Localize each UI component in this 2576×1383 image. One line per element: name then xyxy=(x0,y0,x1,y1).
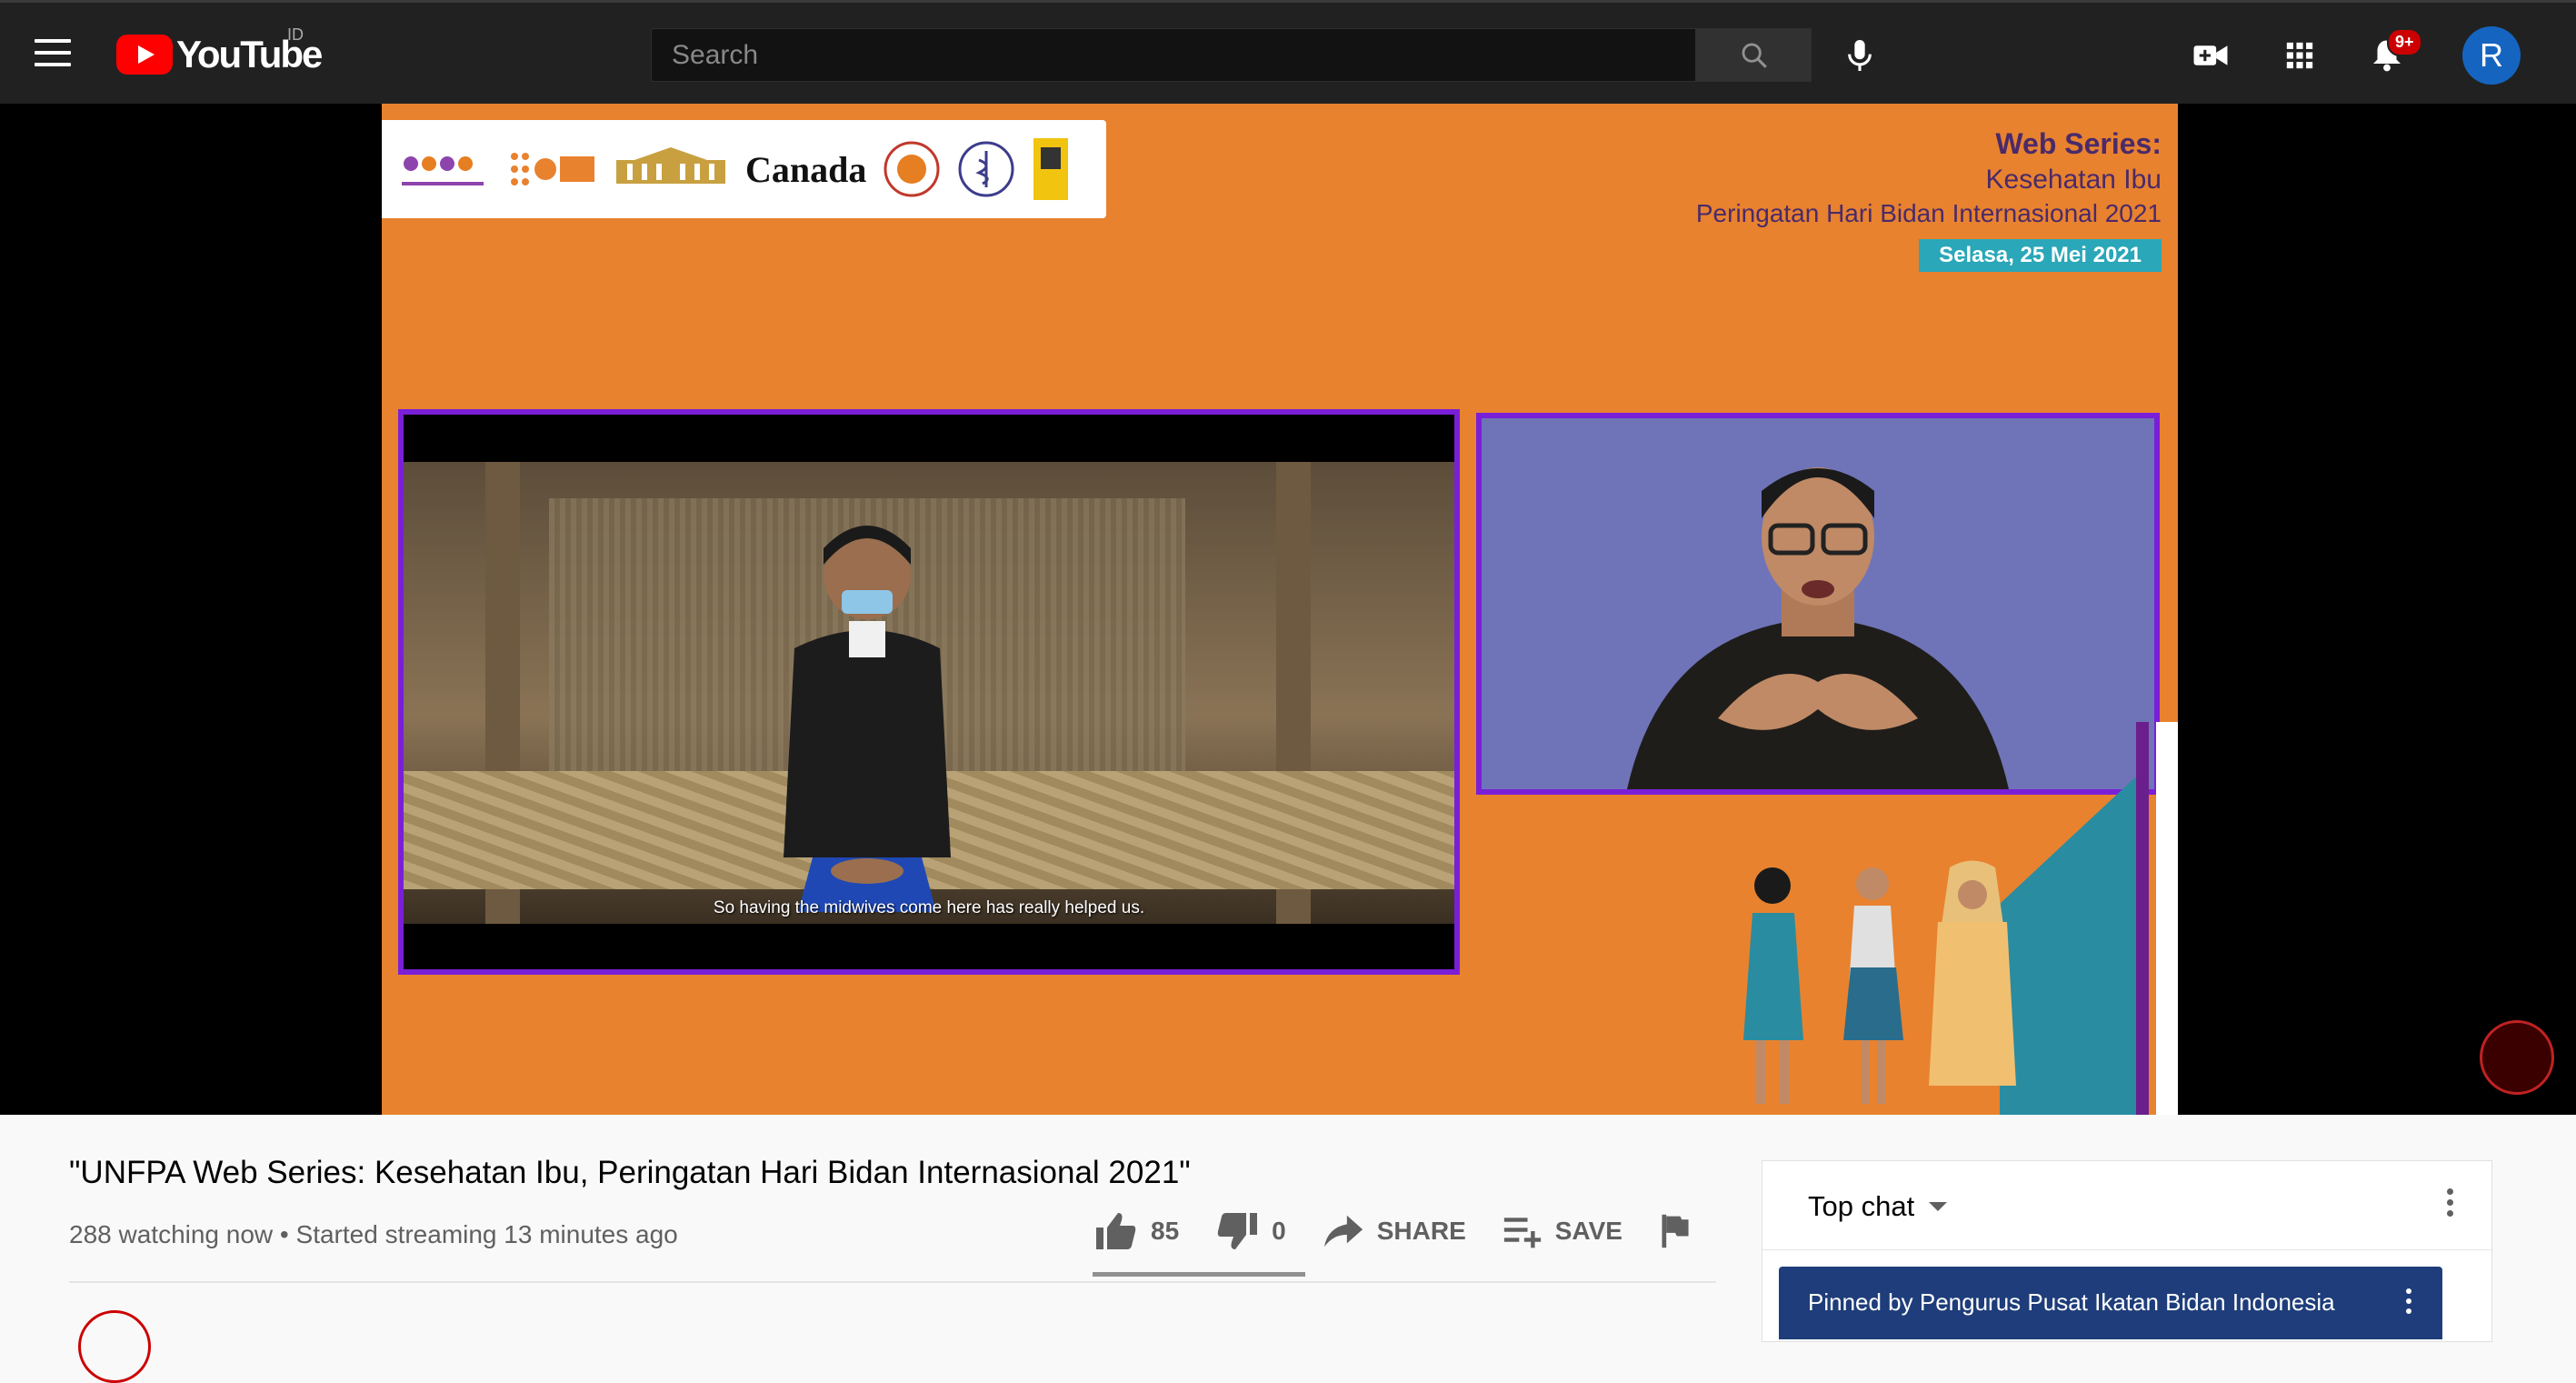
ibi-logo xyxy=(884,141,940,197)
interview-video-panel: So having the midwives come here has rea… xyxy=(398,409,1460,975)
pinned-message[interactable]: Pinned by Pengurus Pusat Ikatan Bidan In… xyxy=(1779,1267,2442,1339)
notifications-button[interactable]: 9+ xyxy=(2361,28,2422,81)
channel-avatar[interactable] xyxy=(78,1310,151,1383)
partner-logos: Canada xyxy=(382,120,1106,218)
share-button[interactable]: SHARE xyxy=(1323,1213,1466,1249)
action-bar: 85 0 SHARE SAVE xyxy=(1094,1204,1741,1258)
youtube-logo[interactable]: YouTube ID xyxy=(116,25,323,76)
report-button[interactable] xyxy=(1659,1213,1704,1249)
search-input[interactable] xyxy=(652,29,1695,81)
video-camera-icon xyxy=(2193,45,2228,65)
share-arrow-icon xyxy=(1323,1215,1363,1248)
region-code: ID xyxy=(287,25,304,44)
canada-logo: Canada xyxy=(745,148,867,190)
chat-more-icon[interactable] xyxy=(2441,1188,2459,1225)
share-label: SHARE xyxy=(1376,1217,1466,1245)
video-player[interactable]: Canada Web Series: Kesehatan Ibu Peringa… xyxy=(0,104,2576,1115)
chat-header: Top chat xyxy=(1762,1161,2491,1250)
notification-badge: 9+ xyxy=(2387,28,2422,56)
flag-icon xyxy=(1662,1214,1689,1248)
divider xyxy=(69,1281,1716,1283)
account-avatar[interactable]: R xyxy=(2462,26,2521,85)
interview-scene: So having the midwives come here has rea… xyxy=(404,462,1454,924)
video-title: "UNFPA Web Series: Kesehatan Ibu, Pering… xyxy=(69,1155,1191,1190)
interviewee-figure xyxy=(784,526,951,912)
unfpa-logo xyxy=(511,153,594,185)
caret-down-icon xyxy=(1929,1202,1948,1211)
voice-search-button[interactable] xyxy=(1834,30,1885,81)
save-label: SAVE xyxy=(1554,1217,1622,1245)
search-button[interactable] xyxy=(1696,28,1812,82)
caption-text: So having the midwives come here has rea… xyxy=(713,898,1145,917)
masthead: YouTube ID 9+ R xyxy=(0,0,2576,104)
sentiment-bar xyxy=(1093,1272,1305,1277)
microphone-icon xyxy=(1848,40,1872,71)
dislike-count: 0 xyxy=(1272,1217,1286,1245)
chat-mode-dropdown[interactable]: Top chat xyxy=(1808,1190,1948,1223)
video-frame[interactable]: Canada Web Series: Kesehatan Ibu Peringa… xyxy=(382,104,2178,1115)
view-meta: 288 watching now • Started streaming 13 … xyxy=(69,1220,678,1248)
thumbs-down-icon xyxy=(1217,1213,1258,1249)
create-button[interactable] xyxy=(2185,30,2236,81)
like-button[interactable]: 85 xyxy=(1094,1211,1179,1251)
chat-mode-label: Top chat xyxy=(1808,1190,1915,1222)
thumbs-up-icon xyxy=(1096,1213,1136,1249)
kantor-staf-presiden-logo xyxy=(616,147,725,184)
medical-association-logo xyxy=(958,141,1014,197)
menu-icon[interactable] xyxy=(35,39,71,68)
play-logo-icon xyxy=(116,35,173,75)
like-count: 85 xyxy=(1151,1217,1180,1245)
dislike-button[interactable]: 0 xyxy=(1215,1211,1286,1251)
apps-button[interactable] xyxy=(2274,30,2325,81)
live-chat: Top chat Pinned by Pengurus Pusat Ikatan… xyxy=(1762,1160,2492,1342)
search-icon xyxy=(1742,43,1767,68)
knowledge-hub-logo xyxy=(402,156,484,185)
series-title-block: Web Series: Kesehatan Ibu Peringatan Har… xyxy=(1696,127,2162,272)
pinned-more-icon[interactable] xyxy=(2402,1288,2415,1318)
apps-grid-icon xyxy=(2286,42,2313,69)
date-badge: Selasa, 25 Mei 2021 xyxy=(1919,239,2162,272)
midwives-illustration xyxy=(1743,860,2016,1104)
series-event: Peringatan Hari Bidan Internasional 2021 xyxy=(1695,199,2162,227)
series-subtitle: Kesehatan Ibu xyxy=(1985,165,2162,195)
pinned-label: Pinned by Pengurus Pusat Ikatan Bidan In… xyxy=(1808,1288,2335,1316)
playlist-add-icon xyxy=(1503,1218,1541,1248)
series-title: Web Series: xyxy=(1995,127,2162,160)
university-logo xyxy=(1033,138,1069,200)
search-field[interactable] xyxy=(651,28,1696,82)
channel-watermark[interactable] xyxy=(2480,1020,2554,1095)
save-button[interactable]: SAVE xyxy=(1503,1213,1622,1249)
